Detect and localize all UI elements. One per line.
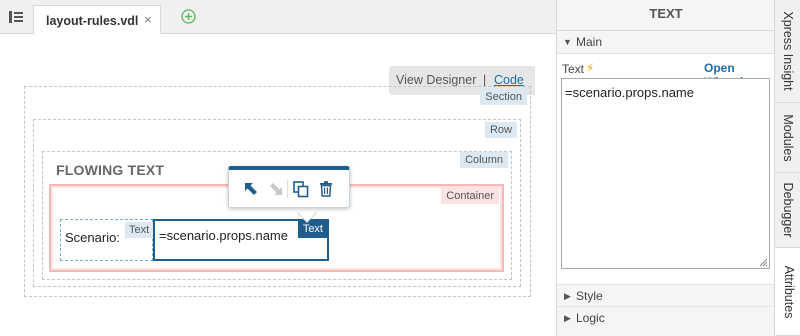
delete-icon[interactable] xyxy=(315,178,337,200)
text-tag: Text xyxy=(125,222,154,238)
column-title: FLOWING TEXT xyxy=(56,162,165,178)
text-element-value: Scenario: xyxy=(65,230,120,245)
text-element-value: =scenario.props.name xyxy=(159,228,288,243)
caret-down-icon: ▼ xyxy=(563,37,572,47)
text-attribute-label: Text xyxy=(562,62,585,76)
side-tab-label: Attributes xyxy=(781,265,796,318)
main-section-header[interactable]: ▼ Main xyxy=(557,30,775,52)
view-designer-label: View Designer xyxy=(396,73,477,87)
element-toolbar xyxy=(228,166,350,208)
style-section-header[interactable]: ▶ Style xyxy=(557,284,775,306)
text-attribute-input[interactable]: =scenario.props.name xyxy=(561,78,770,269)
main-section-label: Main xyxy=(576,35,603,49)
file-tab-layout-rules[interactable]: layout-rules.vdl × xyxy=(33,5,161,35)
add-tab-icon[interactable] xyxy=(181,9,196,24)
column-tag: Column xyxy=(460,152,508,168)
side-tab-debugger[interactable]: Debugger xyxy=(775,173,800,248)
view-code-link[interactable]: Code xyxy=(494,73,524,87)
side-tab-modules[interactable]: Modules xyxy=(775,103,800,173)
panel-title: TEXT xyxy=(649,6,683,21)
view-separator: | xyxy=(483,73,487,87)
section-tag: Section xyxy=(480,89,527,105)
side-tab-attributes[interactable]: Attributes xyxy=(775,248,800,336)
file-list-icon[interactable] xyxy=(8,9,24,25)
lightning-icon: ⚡ xyxy=(586,61,595,75)
text-element-selected[interactable]: =scenario.props.name Text xyxy=(153,219,329,261)
style-section-label: Style xyxy=(576,289,603,303)
caret-right-icon: ▶ xyxy=(564,313,571,323)
side-tab-label: Xpress Insight xyxy=(781,11,795,91)
text-element-scenario[interactable]: Scenario: Text xyxy=(60,219,154,261)
duplicate-icon[interactable] xyxy=(290,178,312,200)
side-tab-bar: Xpress Insight Modules Debugger Attribut… xyxy=(774,0,800,336)
file-tab-label: layout-rules.vdl xyxy=(46,14,139,28)
caret-right-icon: ▶ xyxy=(564,291,571,301)
select-child-icon[interactable] xyxy=(265,178,287,200)
attributes-panel: TEXT ▼ Main Text ⚡ Open Wizard =scenario… xyxy=(556,0,775,336)
main-section-body: Text ⚡ Open Wizard =scenario.props.name xyxy=(557,53,775,284)
editor-tab-bar: layout-rules.vdl × xyxy=(0,0,556,35)
select-parent-icon[interactable] xyxy=(240,178,262,200)
logic-section-header[interactable]: ▶ Logic xyxy=(557,306,775,328)
row-tag: Row xyxy=(484,122,517,138)
side-tab-label: Debugger xyxy=(781,182,795,238)
resize-handle-icon[interactable] xyxy=(758,257,768,267)
container-tag: Container xyxy=(441,188,499,204)
toolbar-divider xyxy=(287,180,288,198)
app-window: layout-rules.vdl × View Designer | Code … xyxy=(0,0,800,336)
selected-text-tag: Text xyxy=(297,220,328,238)
logic-section-label: Logic xyxy=(576,311,605,325)
side-tab-xpress-insight[interactable]: Xpress Insight xyxy=(775,0,800,103)
side-tab-label: Modules xyxy=(781,113,795,162)
close-icon[interactable]: × xyxy=(144,12,152,27)
